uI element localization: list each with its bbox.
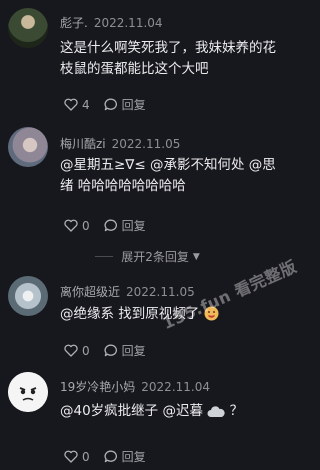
cloud-emoji-icon [207,406,225,417]
avatar[interactable] [8,127,48,167]
reply-button[interactable]: 回复 [104,96,146,113]
username-text: 离你超级近 [60,285,121,299]
heart-outline-icon [64,450,78,463]
like-count: 0 [82,218,90,233]
speech-bubble-icon [104,219,117,232]
speech-bubble-icon [104,98,117,111]
comment-actions: 0 回复 [64,342,146,359]
comment-date: 2022.11.04 [93,16,163,30]
heart-outline-icon [64,344,78,357]
comment-text-body: @40岁疯批继子 @迟暮 [60,403,203,419]
comment-username[interactable]: 彪子. 2022.11.04 [60,14,163,31]
comment-actions: 0 回复 [64,448,146,465]
like-count: 4 [82,97,90,112]
comment-actions: 0 回复 [64,217,146,234]
comment-username[interactable]: 梅川酷zi 2022.11.05 [60,135,180,152]
chevron-down-icon: ▼ [192,251,200,262]
comment-date: 2022.11.05 [126,285,195,299]
comment-text: @星期五≥∇≤ @承影不知何处 @思绪 哈哈哈哈哈哈哈哈 [60,157,276,194]
comment-username[interactable]: 19岁冷艳小妈 2022.11.04 [60,378,210,395]
avatar[interactable] [8,276,48,316]
comment-username[interactable]: 离你超级近 2022.11.05 [60,283,195,300]
comment-date: 2022.11.04 [141,380,210,394]
reply-label: 回复 [121,219,146,233]
comment-date: 2022.11.05 [111,137,181,151]
speech-bubble-icon [104,450,117,463]
heart-outline-icon [64,219,78,232]
reply-label: 回复 [121,98,146,112]
comment-actions: 4 回复 [64,96,146,113]
heart-outline-icon [64,98,78,111]
reply-label: 回复 [121,450,146,464]
reply-label: 回复 [121,344,146,358]
cartoon-face-icon [8,372,48,412]
speech-bubble-icon [104,344,117,357]
like-count: 0 [82,449,90,464]
avatar[interactable] [8,372,48,412]
like-button[interactable]: 4 [64,98,90,112]
comment-text: 这是什么啊笑死我了，我妹妹养的花枝鼠的蛋都能比这个大吧 [60,40,276,77]
username-text: 彪子. [60,16,88,30]
comment-text: @40岁疯批继子 @迟暮 ？ [60,401,288,422]
expand-replies-label: 展开2条回复 [121,250,189,264]
comment-text-tail: ？ [229,403,244,419]
divider [95,256,114,257]
username-text: 梅川酷zi [60,137,106,151]
username-text: 19岁冷艳小妈 [60,380,136,394]
like-button[interactable]: 0 [64,450,90,464]
reply-button[interactable]: 回复 [104,448,146,465]
like-button[interactable]: 0 [64,219,90,233]
reply-button[interactable]: 回复 [104,342,146,359]
like-button[interactable]: 0 [64,344,90,358]
reply-button[interactable]: 回复 [104,217,146,234]
like-count: 0 [82,343,90,358]
avatar[interactable] [8,8,48,48]
expand-replies-button[interactable]: 展开2条回复 ▼ [0,248,295,265]
